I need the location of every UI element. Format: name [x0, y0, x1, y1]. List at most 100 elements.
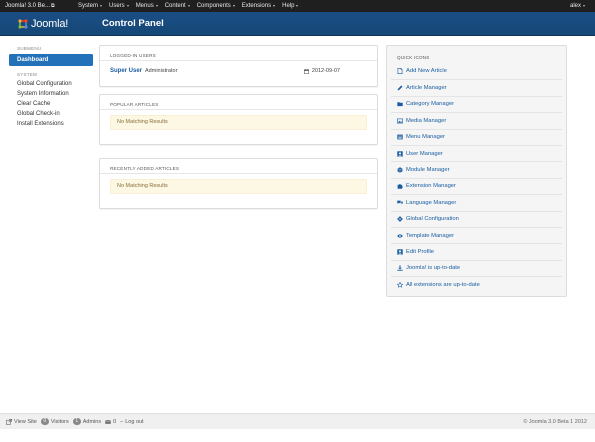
quick-icon-label: Media Manager [406, 117, 447, 124]
menu-content-label: Content [164, 3, 186, 9]
menu-components[interactable]: Components [197, 3, 235, 9]
chevron-down-icon [583, 5, 585, 7]
recent-articles-heading: RECENTLY ADDED ARTICLES [100, 159, 377, 174]
quick-icon-media-manager[interactable]: Media Manager [391, 112, 562, 128]
login-date: 2012-09-07 [303, 68, 340, 74]
quick-icon-global-configuration[interactable]: Global Configuration [391, 210, 562, 227]
quick-icon-article-manager[interactable]: Article Manager [391, 79, 562, 95]
chevron-down-icon [155, 5, 158, 7]
profile-icon [397, 249, 403, 255]
menu-users-label: Users [109, 3, 125, 9]
main-menu: System Users Menus Content Components Ex… [78, 3, 305, 9]
quick-icon-menu-manager[interactable]: Menu Manager [391, 128, 562, 145]
menu-help[interactable]: Help [282, 3, 299, 9]
menu-system-label: System [78, 3, 99, 9]
chevron-down-icon [296, 5, 299, 7]
quick-icon-edit-profile[interactable]: Edit Profile [391, 243, 562, 259]
menu-list-icon [397, 134, 403, 140]
messages-count: 0 [113, 418, 117, 425]
quick-icons-list: Add New Article Article Manager Category… [387, 63, 566, 292]
user-icon [397, 150, 403, 157]
comments-icon [397, 200, 403, 204]
status-footer: View Site 0 Visitors 1 Admins 0 – Log ou… [0, 413, 595, 429]
menu-menus-label: Menus [135, 3, 154, 9]
site-name-text: Joomla! 3.0 Be... [5, 3, 51, 9]
logo-text: Joomla! [31, 17, 69, 30]
chevron-down-icon [273, 5, 276, 7]
quick-icon-label: Category Manager [406, 101, 455, 108]
logged-in-users-heading: LOGGED-IN USERS [100, 46, 377, 61]
quick-icon-module-manager[interactable]: Module Manager [391, 161, 562, 177]
menu-users[interactable]: Users [109, 3, 129, 9]
calendar-icon [303, 68, 309, 74]
sidebar-item-global-check-in[interactable]: Global Check-in [17, 111, 93, 118]
view-site-label: View Site [14, 418, 37, 425]
quick-icon-extensions-update[interactable]: All extensions are up-to-date [391, 276, 562, 292]
admins-label: Admins [82, 418, 102, 425]
menu-menus[interactable]: Menus [136, 3, 158, 9]
quick-icon-label: Module Manager [406, 167, 450, 174]
quick-icon-joomla-update[interactable]: Joomla! is up-to-date [391, 259, 562, 276]
logout-link[interactable]: – Log out [120, 419, 143, 425]
bottom-strip [0, 430, 595, 442]
eye-icon [397, 234, 403, 238]
quick-icon-language-manager[interactable]: Language Manager [391, 194, 562, 210]
quick-icon-extension-manager[interactable]: Extension Manager [391, 177, 562, 194]
sidebar-item-system-information[interactable]: System Information [17, 91, 93, 98]
chevron-down-icon [100, 5, 103, 7]
quick-icons-heading: QUICK ICONS [397, 55, 430, 60]
visitors-label: Visitors [50, 418, 69, 425]
download-icon [397, 265, 403, 272]
star-icon [397, 281, 403, 288]
quick-icon-user-manager[interactable]: User Manager [391, 144, 562, 161]
quick-icon-label: Global Configuration [406, 216, 459, 223]
quick-icon-label: Extension Manager [406, 183, 456, 190]
quick-icon-label: User Manager [406, 150, 443, 157]
system-heading: SYSTEM [17, 72, 38, 77]
recent-articles-alert: No Matching Results [110, 179, 367, 194]
menu-extensions-label: Extensions [241, 3, 272, 9]
external-link-icon [6, 418, 12, 425]
external-link-icon: ⧉ [51, 3, 55, 9]
copyright-text: © Joomla 3.0 Beta 1 2012 [523, 419, 587, 425]
chevron-down-icon [126, 5, 129, 7]
site-name-link[interactable]: Joomla! 3.0 Be...⧉ [0, 3, 78, 9]
image-icon [397, 118, 403, 124]
envelope-icon [105, 419, 111, 424]
popular-articles-heading: POPULAR ARTICLES [100, 95, 377, 110]
sidebar-item-clear-cache[interactable]: Clear Cache [17, 101, 93, 108]
recent-articles-panel: RECENTLY ADDED ARTICLES No Matching Resu… [99, 158, 378, 209]
quick-icon-label: Joomla! is up-to-date [406, 265, 461, 272]
sidebar-item-install-extensions[interactable]: Install Extensions [17, 121, 93, 128]
menu-components-label: Components [196, 3, 231, 9]
menu-content[interactable]: Content [165, 3, 190, 9]
user-menu[interactable]: alex [570, 0, 585, 12]
joomla-logo-icon [18, 18, 28, 29]
quick-icon-label: Template Manager [406, 232, 455, 239]
sidebar-item-dashboard[interactable]: Dashboard [9, 54, 93, 66]
view-site-link[interactable]: View Site [6, 418, 37, 425]
logged-in-users-panel: LOGGED-IN USERS Super User Administrator… [99, 45, 378, 87]
user-name-link[interactable]: Super User [110, 68, 142, 74]
popular-articles-alert: No Matching Results [110, 115, 367, 130]
pencil-icon [397, 85, 403, 91]
quick-icons-panel: QUICK ICONS Add New Article Article Mana… [386, 45, 567, 297]
new-article-icon [397, 68, 403, 75]
quick-icon-category-manager[interactable]: Category Manager [391, 95, 562, 112]
folder-icon [397, 102, 403, 107]
menu-system[interactable]: System [78, 3, 103, 9]
user-menu-label: alex [569, 3, 581, 9]
quick-icon-label: Language Manager [406, 199, 457, 206]
sidebar-item-global-configuration[interactable]: Global Configuration [17, 81, 93, 88]
quick-icon-template-manager[interactable]: Template Manager [391, 226, 562, 243]
joomla-logo: Joomla! [17, 18, 102, 30]
quick-icon-label: Article Manager [406, 85, 447, 92]
menu-extensions[interactable]: Extensions [241, 3, 276, 9]
admins-count-badge: 1 [72, 418, 81, 425]
messages-status[interactable]: 0 [105, 419, 116, 425]
logout-separator: – [120, 418, 124, 425]
cube-icon [397, 167, 403, 173]
quick-icon-add-new-article[interactable]: Add New Article [391, 63, 562, 79]
page-title: Control Panel [102, 18, 164, 29]
quick-icon-label: All extensions are up-to-date [406, 281, 480, 288]
